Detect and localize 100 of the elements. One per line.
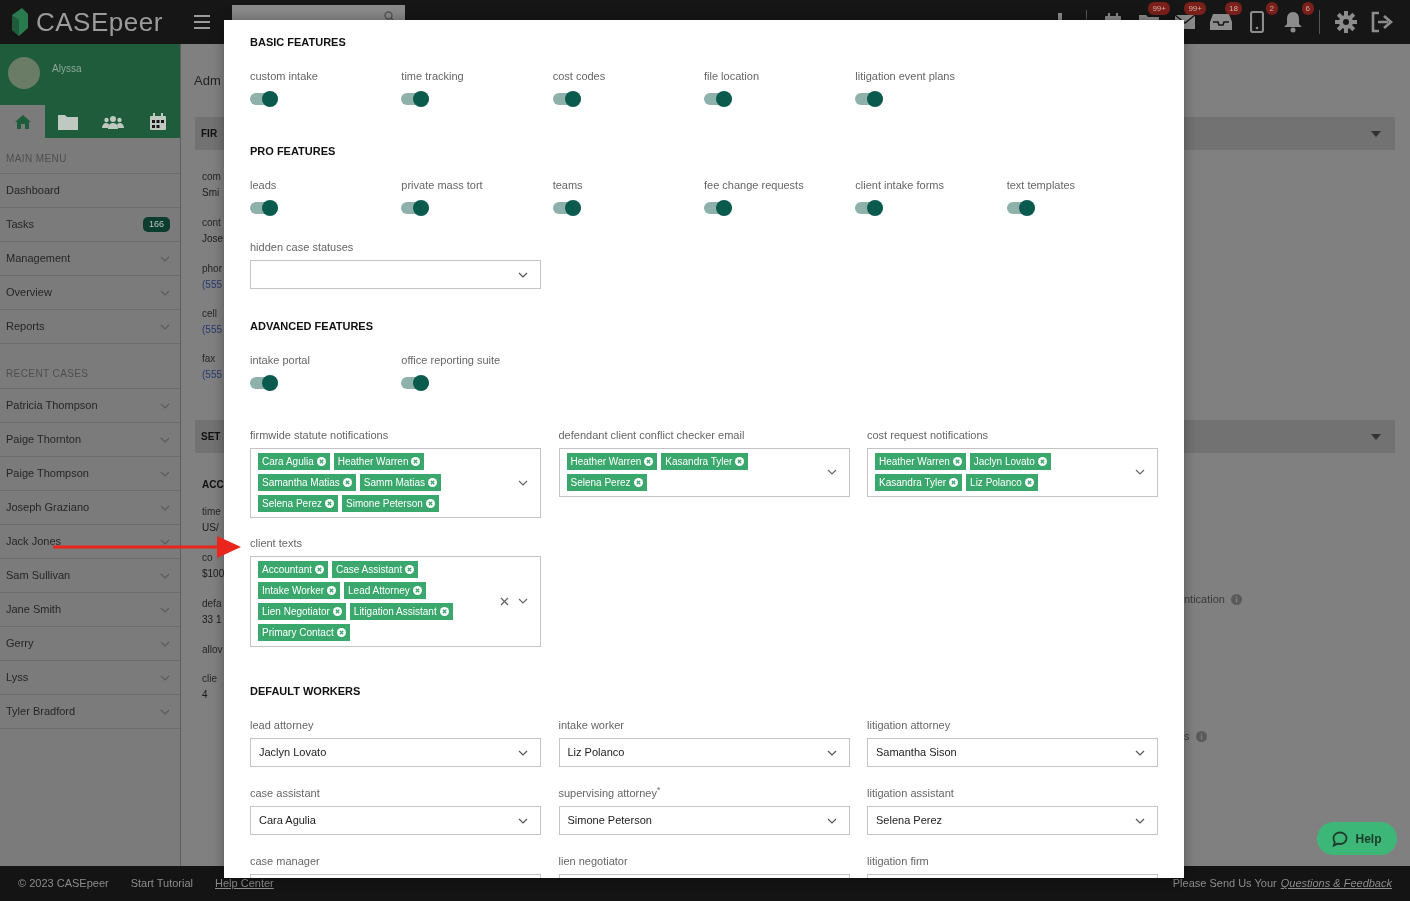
phone-link[interactable]: (555 <box>181 367 224 383</box>
tag-chip[interactable]: Heather Warren <box>566 453 658 470</box>
remove-icon[interactable] <box>1024 478 1034 487</box>
remove-icon[interactable] <box>405 565 415 574</box>
sidebar-item[interactable]: Sam Sullivan <box>0 559 180 593</box>
tag-chip[interactable]: Jaclyn Lovato <box>969 453 1051 470</box>
footer-link[interactable]: Help Center <box>215 875 274 892</box>
toggle-switch[interactable] <box>704 91 732 107</box>
home-icon[interactable] <box>0 105 45 138</box>
remove-icon[interactable] <box>1037 457 1047 466</box>
tag-chip[interactable]: Primary Contact <box>258 624 350 641</box>
tag-chip[interactable]: Liz Polanco <box>966 474 1038 491</box>
toggle-switch[interactable] <box>704 200 732 216</box>
avatar <box>8 57 40 89</box>
logout-icon[interactable] <box>1370 10 1394 34</box>
tag-chip[interactable]: Litigation Assistant <box>349 603 453 620</box>
toggle-switch[interactable] <box>401 91 430 107</box>
sidebar-item[interactable]: Joseph Graziano <box>0 491 180 525</box>
remove-icon[interactable] <box>735 457 745 466</box>
remove-icon[interactable] <box>952 457 962 466</box>
toggle-switch[interactable] <box>552 200 581 216</box>
panel-header: FIR <box>195 117 224 150</box>
feedback-link[interactable]: Questions & Feedback <box>1280 875 1392 892</box>
select-field[interactable]: Cara Agulia <box>250 806 541 835</box>
footer-link[interactable]: Start Tutorial <box>130 875 194 892</box>
remove-icon[interactable] <box>439 607 449 616</box>
sidebar-item[interactable]: Jack Jones <box>0 525 180 559</box>
remove-icon[interactable] <box>325 499 335 508</box>
tag-chip[interactable]: Lead Attorney <box>344 582 426 599</box>
toggle-switch[interactable] <box>250 200 278 216</box>
remove-icon[interactable] <box>315 565 325 574</box>
select-field[interactable]: Liz Polanco <box>558 738 850 767</box>
sidebar-item[interactable]: Gerry <box>0 627 180 661</box>
toggle-switch[interactable] <box>1006 200 1035 216</box>
toggle-switch[interactable] <box>552 91 581 107</box>
section-heading: DEFAULT WORKERS <box>250 684 362 699</box>
sidebar-item[interactable]: Tasks 166 <box>0 208 180 242</box>
tag-chip[interactable]: Simone Peterson <box>342 495 439 512</box>
multi-select-field[interactable]: Accountant Case Assistant Intake Worker Lead Attorney Lien Negotiator Litigation Assistant Primary Contact <box>250 556 541 647</box>
remove-icon[interactable] <box>411 457 421 466</box>
remove-icon[interactable] <box>342 478 352 487</box>
select-field[interactable]: Samantha Sison <box>867 738 1158 767</box>
sidebar-item[interactable]: Lyss <box>0 661 180 695</box>
toggle-switch[interactable] <box>401 375 430 391</box>
tag-chip[interactable]: Cara Agulia <box>258 453 330 470</box>
field-label: fee change requests <box>704 178 805 192</box>
sidebar-item[interactable]: Paige Thornton <box>0 423 180 457</box>
tag-chip[interactable]: Kasandra Tyler <box>875 474 963 491</box>
sidebar-item[interactable]: Overview <box>0 276 180 310</box>
sidebar-item[interactable]: Management <box>0 242 180 276</box>
sidebar-item[interactable]: Jane Smith <box>0 593 180 627</box>
tag-chip[interactable]: Selena Perez <box>566 474 647 491</box>
toggle-switch[interactable] <box>250 91 278 107</box>
tag-chip[interactable]: Intake Worker <box>258 582 341 599</box>
logo-text: CASEpeer <box>36 9 163 35</box>
tag-chip[interactable]: Case Assistant <box>332 561 419 578</box>
toggle-switch[interactable] <box>250 375 278 391</box>
help-button[interactable]: Help <box>1317 822 1397 855</box>
clear-icon[interactable] <box>500 596 509 606</box>
field-label: private mass tort <box>401 178 484 192</box>
info-icon <box>1195 730 1207 742</box>
multi-select-field[interactable]: Heather Warren Jaclyn Lovato Kasandra Tyler Liz Polanco <box>867 448 1158 497</box>
select-value: Samantha Sison <box>876 745 957 761</box>
sidebar-item[interactable]: Dashboard <box>0 174 180 208</box>
tag-chip[interactable]: Selena Perez <box>258 495 339 512</box>
tag-chip[interactable]: Accountant <box>258 561 329 578</box>
multi-select-field[interactable]: Heather Warren Kasandra Tyler Selena Perez <box>558 448 850 497</box>
phone-link[interactable]: (555 <box>181 322 224 338</box>
remove-icon[interactable] <box>644 457 654 466</box>
remove-icon[interactable] <box>427 478 437 487</box>
remove-icon[interactable] <box>412 586 422 595</box>
field-label: client texts <box>250 536 303 550</box>
select-field[interactable] <box>250 260 541 289</box>
remove-icon[interactable] <box>327 586 337 595</box>
select-field[interactable]: Jaclyn Lovato <box>250 738 541 767</box>
remove-icon[interactable] <box>336 628 346 637</box>
sidebar-item[interactable]: Paige Thompson <box>0 457 180 491</box>
toggle-switch[interactable] <box>855 91 884 107</box>
phone-link[interactable]: (555 <box>181 277 224 293</box>
field-label: intake portal <box>250 353 311 367</box>
menu-icon[interactable] <box>194 15 210 29</box>
tag-chip[interactable]: Lien Negotiator <box>258 603 346 620</box>
tag-chip[interactable]: Heather Warren <box>333 453 425 470</box>
multi-select-field[interactable]: Cara Agulia Heather Warren Samantha Matias Samm Matias Selena Perez Simone Peterson <box>250 448 541 518</box>
select-field[interactable]: Simone Peterson <box>558 806 850 835</box>
remove-icon[interactable] <box>633 478 643 487</box>
remove-icon[interactable] <box>316 457 326 466</box>
tag-chip[interactable]: Samantha Matias <box>258 474 356 491</box>
toggle-switch[interactable] <box>401 200 430 216</box>
toggle-switch[interactable] <box>855 200 884 216</box>
sidebar-item[interactable]: Reports <box>0 310 180 344</box>
remove-icon[interactable] <box>425 499 435 508</box>
remove-icon[interactable] <box>949 478 959 487</box>
tag-chip[interactable]: Samm Matias <box>359 474 441 491</box>
tag-chip[interactable]: Heather Warren <box>875 453 966 470</box>
select-field[interactable]: Selena Perez <box>867 806 1158 835</box>
sidebar-item[interactable]: Tyler Bradford <box>0 695 180 729</box>
sidebar-item[interactable]: Patricia Thompson <box>0 389 180 423</box>
tag-chip[interactable]: Kasandra Tyler <box>661 453 749 470</box>
remove-icon[interactable] <box>332 607 342 616</box>
